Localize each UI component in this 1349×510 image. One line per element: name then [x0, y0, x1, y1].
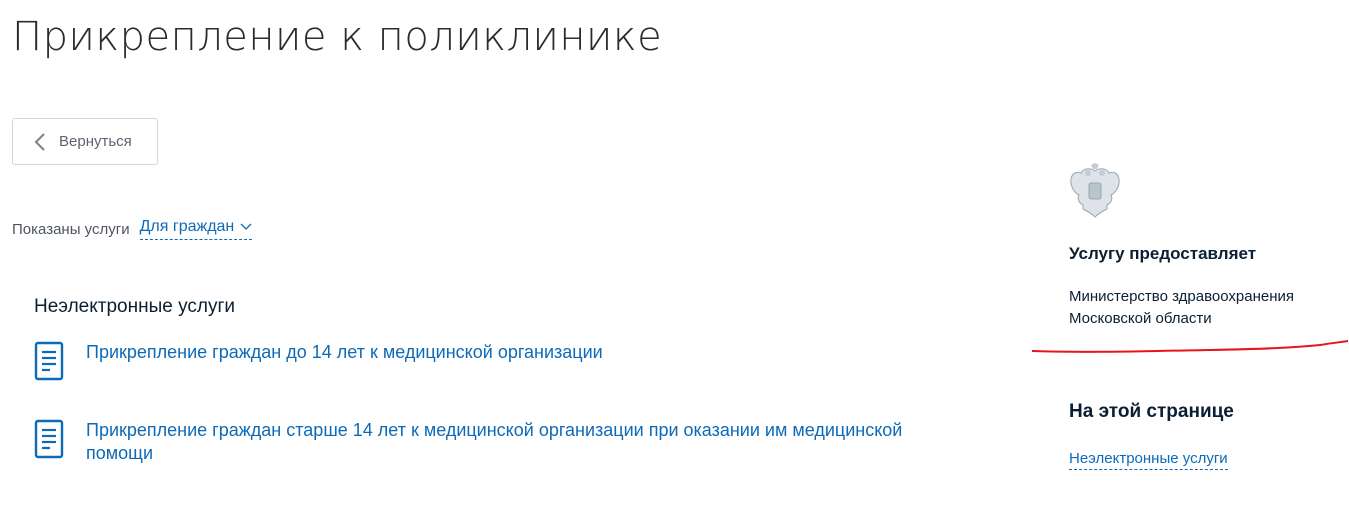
onpage-link-nonelectronic[interactable]: Неэлектронные услуги: [1069, 450, 1228, 470]
chevron-down-icon: [240, 223, 252, 231]
provider-heading: Услугу предоставляет: [1069, 244, 1257, 263]
provider-name: Министерство здравоохранения Московской …: [1069, 288, 1294, 327]
filter-label: Показаны услуги: [12, 220, 130, 238]
chevron-left-icon: [33, 132, 47, 152]
service-link[interactable]: Прикрепление граждан до 14 лет к медицин…: [86, 341, 603, 364]
back-button[interactable]: Вернуться: [12, 118, 158, 165]
section-heading: Неэлектронные услуги: [34, 296, 235, 317]
red-annotation-line: [1031, 340, 1349, 353]
service-link[interactable]: Прикрепление граждан старше 14 лет к мед…: [86, 419, 966, 465]
onpage-heading: На этой странице: [1069, 401, 1234, 422]
document-icon: [34, 341, 64, 381]
coat-of-arms-icon: [1069, 163, 1121, 221]
service-filter: Показаны услуги Для граждан: [12, 218, 253, 240]
audience-dropdown-value: Для граждан: [139, 218, 235, 235]
audience-dropdown[interactable]: Для граждан: [139, 218, 253, 240]
service-item: Прикрепление граждан старше 14 лет к мед…: [34, 419, 994, 465]
service-item: Прикрепление граждан до 14 лет к медицин…: [34, 341, 994, 381]
page-title: Прикрепление к поликлинике: [12, 14, 663, 60]
document-icon: [34, 419, 64, 459]
back-button-label: Вернуться: [59, 133, 132, 150]
